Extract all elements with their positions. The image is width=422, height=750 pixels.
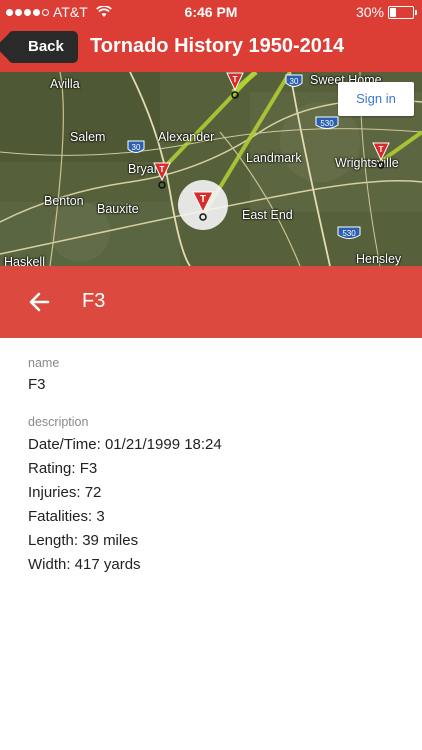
back-arrow-icon[interactable] xyxy=(26,288,54,316)
battery-status: 30% xyxy=(355,4,417,20)
tornado-marker-icon[interactable]: T xyxy=(372,142,390,170)
map-label-alexander: Alexander xyxy=(158,130,215,144)
tornado-marker-icon[interactable]: T xyxy=(153,162,171,190)
marker-glyph: T xyxy=(200,194,206,205)
map-label-bauxite: Bauxite xyxy=(97,202,139,216)
description-line: Date/Time: 01/21/1999 18:24 xyxy=(28,436,222,453)
detail-title: F3 xyxy=(82,290,106,312)
navigation-bar: Back Tornado History 1950-2014 xyxy=(0,24,422,72)
map-view[interactable]: 30 30 530 530 Avilla Sweet Home Salem Al… xyxy=(0,72,422,266)
map-label-landmark: Landmark xyxy=(246,151,302,165)
marker-glyph: T xyxy=(160,165,165,174)
interstate-shield-icon: 30 xyxy=(127,140,145,153)
interstate-shield-icon: 530 xyxy=(337,226,361,239)
map-label-haskell: Haskell xyxy=(4,255,45,266)
detail-header: F3 xyxy=(0,266,422,338)
description-line: Fatalities: 3 xyxy=(28,508,105,525)
back-button[interactable]: Back xyxy=(8,31,78,63)
interstate-shield-icon: 530 xyxy=(315,116,339,129)
description-line: Rating: F3 xyxy=(28,460,98,477)
map-label-east-end: East End xyxy=(242,208,293,222)
page-title: Tornado History 1950-2014 xyxy=(90,35,345,57)
battery-icon xyxy=(388,5,417,19)
sign-in-button[interactable]: Sign in xyxy=(338,82,414,116)
map-label-benton: Benton xyxy=(44,194,84,208)
description-block: Date/Time: 01/21/1999 18:24 Rating: F3 I… xyxy=(28,433,398,577)
map-label-salem: Salem xyxy=(70,130,106,144)
tornado-marker-icon[interactable]: T xyxy=(226,72,244,100)
description-line: Length: 39 miles xyxy=(28,532,139,549)
description-label: description xyxy=(28,415,89,429)
selected-tornado-marker[interactable]: T xyxy=(178,180,228,230)
i30-label: 30 xyxy=(290,77,299,86)
description-line: Injuries: 72 xyxy=(28,484,102,501)
map-label-avilla: Avilla xyxy=(50,77,80,91)
interstate-shield-icon: 30 xyxy=(285,74,303,87)
i530-label: 530 xyxy=(320,119,334,128)
i530-label: 530 xyxy=(342,229,356,238)
name-label: name xyxy=(28,356,60,370)
description-line: Width: 417 yards xyxy=(28,556,141,573)
marker-glyph: T xyxy=(233,75,238,84)
detail-content: name F3 description Date/Time: 01/21/199… xyxy=(28,356,398,577)
marker-glyph: T xyxy=(379,145,384,154)
back-button-label: Back xyxy=(28,38,64,55)
battery-percent: 30% xyxy=(355,4,384,20)
map-label-hensley: Hensley xyxy=(356,252,402,266)
status-bar: AT&T 6:46 PM 30% xyxy=(0,0,422,24)
i30-label: 30 xyxy=(132,143,141,152)
tornado-marker-icon: T xyxy=(192,191,214,221)
name-value: F3 xyxy=(28,376,46,393)
